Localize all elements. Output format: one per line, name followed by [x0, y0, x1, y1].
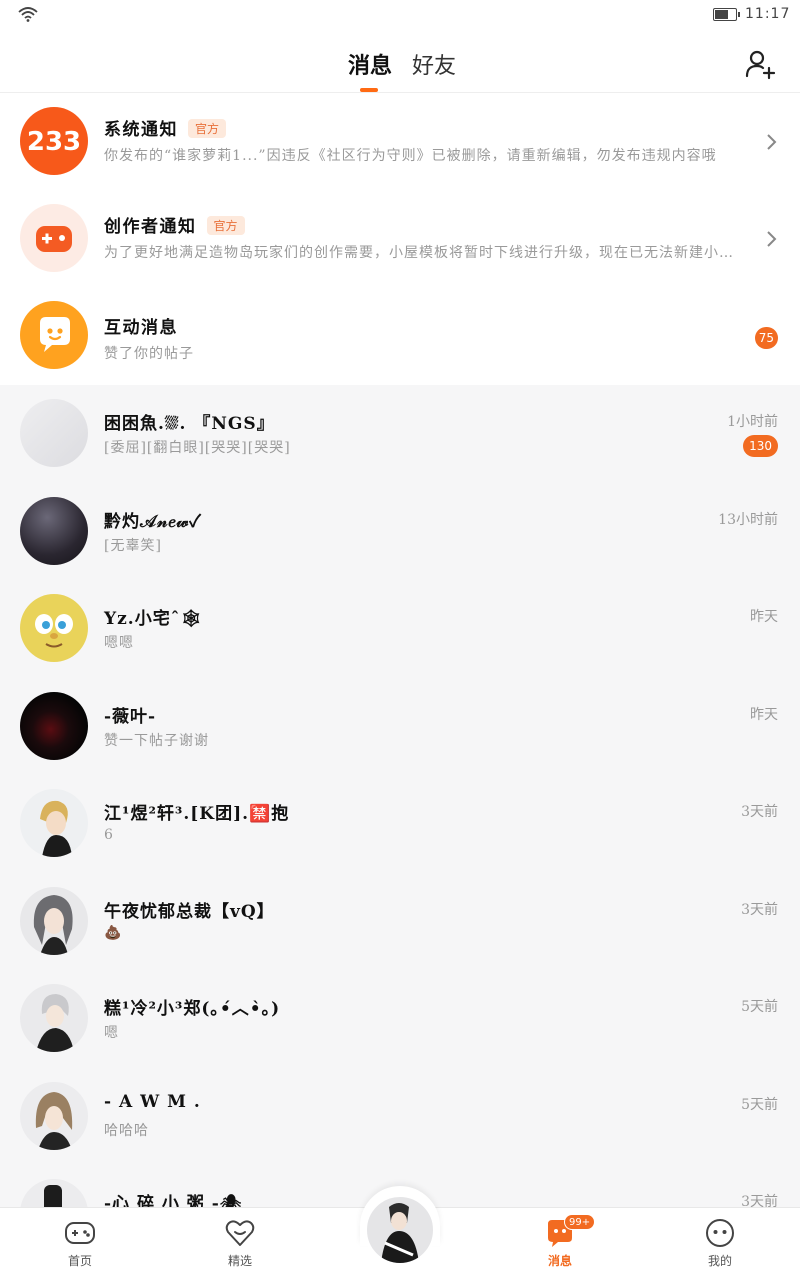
add-user-icon[interactable] [744, 48, 776, 80]
chat-time: 3天前 [741, 804, 778, 820]
chat-time: 1小时前 [727, 414, 778, 430]
chat-list: 困困魚.⛆. 『NGS』 [委屈][翻白眼][哭哭][哭哭] 1小时前 130 … [0, 385, 800, 1207]
notice-title: 系统通知 [104, 120, 178, 140]
chat-last-message: [无辜笑] [104, 537, 162, 554]
chat-name: -心 碎 小 粥 -🕷 [104, 1194, 243, 1207]
avatar-center[interactable] [364, 1194, 436, 1266]
nav-label: 首页 [67, 1254, 92, 1268]
chat-last-message: 6 [104, 827, 114, 843]
avatar [20, 1081, 88, 1150]
unread-count-badge: 75 [754, 327, 778, 349]
avatar-233-logo: 233 [20, 107, 88, 175]
chat-item[interactable]: 黔灼𝒜𝓃𝑒𝓌✓ [无辜笑] 13小时前 [0, 483, 800, 581]
chat-time: 3天前 [741, 1194, 778, 1207]
battery-icon [713, 8, 740, 21]
chat-last-message: 嗯 [104, 1025, 119, 1041]
nav-label: 我的 [707, 1254, 732, 1268]
notice-subtitle: 赞了你的帖子 [104, 346, 194, 362]
face-icon [706, 1219, 734, 1247]
chat-time: 5天前 [741, 999, 778, 1015]
avatar [20, 1179, 88, 1207]
notice-list: 233 系统通知 官方 你发布的“谁家萝莉1...”因违反《社区行为守则》已被删除… [0, 93, 800, 385]
notice-creator[interactable]: 创作者通知 官方 为了更好地满足造物岛玩家们的创作需要，小屋模板将暂时下线进行升级… [0, 190, 800, 287]
chat-name: - A W M . [104, 1091, 201, 1112]
chat-name: 午夜忧郁总裁【vQ】 [104, 901, 275, 922]
chat-last-message: 💩 [104, 924, 123, 941]
chat-last-message: 哈哈哈 [104, 1122, 149, 1139]
notice-interactions[interactable]: 互动消息 赞了你的帖子 75 [0, 287, 800, 384]
nav-featured[interactable]: 精选 [200, 1218, 280, 1269]
nav-label: 精选 [227, 1254, 252, 1268]
nav-home[interactable]: 首页 [40, 1218, 120, 1269]
unread-count-badge: 99+ [564, 1214, 596, 1230]
notice-title: 互动消息 [104, 318, 178, 338]
gamepad-icon [65, 1222, 95, 1244]
chat-item[interactable]: - A W M . 哈哈哈 5天前 [0, 1068, 800, 1166]
chat-name: 糕¹冷²小³郑(｡•́︿•̀｡) [104, 999, 281, 1019]
chat-name: 江¹煜²轩³.[K团].🈲抱 [104, 804, 290, 824]
notice-subtitle: 为了更好地满足造物岛玩家们的创作需要，小屋模板将暂时下线进行升级，现在已无法新建… [104, 245, 744, 261]
chat-name: 困困魚.⛆. 『NGS』 [104, 414, 275, 434]
nav-messages[interactable]: 99+ 消息 [520, 1214, 600, 1269]
chat-item[interactable]: Yz.小宅ˆ🕸 嗯嗯 昨天 [0, 580, 800, 678]
notice-subtitle: 你发布的“谁家萝莉1...”因违反《社区行为守则》已被删除，请重新编辑，勿发布违… [104, 148, 717, 164]
tab-messages[interactable]: 消息 [348, 48, 392, 80]
chat-item[interactable]: 糕¹冷²小³郑(｡•́︿•̀｡) 嗯 5天前 [0, 970, 800, 1068]
avatar [20, 496, 88, 565]
chevron-right-icon [767, 134, 777, 150]
status-bar: 11:17 [0, 0, 800, 32]
gamepad-icon [20, 204, 88, 272]
official-badge: 官方 [206, 216, 245, 235]
chat-name: -薇叶- [104, 706, 157, 727]
tab-friends[interactable]: 好友 [412, 48, 456, 80]
avatar [20, 984, 88, 1052]
chat-time: 3天前 [741, 901, 778, 918]
chat-item[interactable]: 江¹煜²轩³.[K团].🈲抱 6 3天前 [0, 775, 800, 873]
chat-last-message: 嗯嗯 [104, 635, 134, 651]
top-tabs: 消息 好友 [0, 44, 800, 92]
notice-title: 创作者通知 [104, 217, 197, 237]
avatar [20, 594, 88, 662]
avatar [20, 789, 88, 857]
chat-item[interactable]: 午夜忧郁总裁【vQ】 💩 3天前 [0, 873, 800, 971]
chat-time: 5天前 [741, 1096, 778, 1113]
chat-name: Yz.小宅ˆ🕸 [104, 609, 203, 629]
nav-profile[interactable]: 我的 [680, 1218, 760, 1269]
chat-item[interactable]: 困困魚.⛆. 『NGS』 [委屈][翻白眼][哭哭][哭哭] 1小时前 130 [0, 385, 800, 483]
chat-time: 昨天 [750, 706, 778, 723]
status-time: 11:17 [745, 6, 791, 22]
chat-last-message: 赞一下帖子谢谢 [104, 732, 209, 749]
bottom-nav: 首页 精选 99+ 消息 我的 [0, 1186, 800, 1280]
avatar [20, 886, 88, 955]
official-badge: 官方 [188, 119, 227, 138]
chat-name: 黔灼𝒜𝓃𝑒𝓌✓ [104, 511, 202, 532]
wifi-icon [18, 7, 38, 22]
chevron-right-icon [767, 231, 777, 247]
nav-label: 消息 [547, 1254, 572, 1268]
speech-bubble-icon [20, 301, 88, 369]
avatar [20, 691, 88, 760]
chat-time: 13小时前 [718, 511, 778, 528]
avatar [20, 399, 88, 467]
chat-time: 昨天 [750, 609, 778, 625]
avatar-logo-text: 233 [27, 127, 81, 157]
chat-item[interactable]: -薇叶- 赞一下帖子谢谢 昨天 [0, 678, 800, 776]
notice-system[interactable]: 233 系统通知 官方 你发布的“谁家萝莉1...”因违反《社区行为守则》已被删除… [0, 93, 800, 190]
chat-last-message: [委屈][翻白眼][哭哭][哭哭] [104, 440, 291, 456]
unread-count-badge: 130 [743, 435, 778, 457]
heart-icon [225, 1220, 255, 1246]
